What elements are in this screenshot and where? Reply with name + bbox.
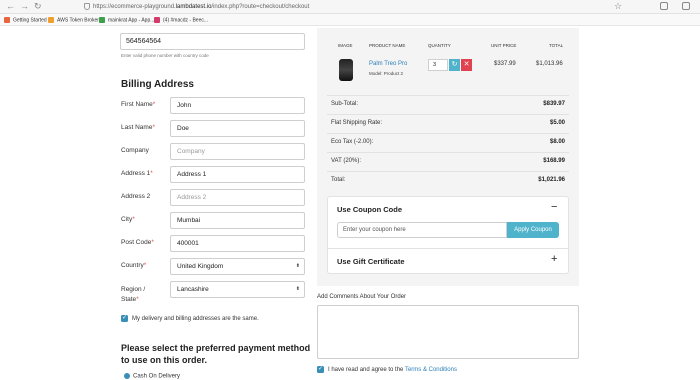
city-label: City* <box>121 216 135 223</box>
same-address-label: My delivery and billing addresses are th… <box>132 316 259 323</box>
summary-row-vat: VAT (20%): $168.99 <box>327 152 569 171</box>
address-1-label: Address 1* <box>121 170 153 177</box>
telephone-hint: Enter valid phone number with country co… <box>121 53 209 58</box>
bookmark-label: AWS Token Broker <box>57 17 99 24</box>
summary-row-total: Total: $1,021.96 <box>327 171 569 190</box>
summary-row-eco-tax: Eco Tax (-2.00): $8.00 <box>327 133 569 152</box>
telephone-field[interactable]: 564564564 <box>120 33 305 50</box>
url-prefix: https://ecommerce-playground. <box>93 4 176 10</box>
bookmark-favicon-icon <box>99 17 105 23</box>
post-code-field[interactable]: 400001 <box>170 235 305 252</box>
url-host: lambdatest.io <box>175 4 212 10</box>
summary-row-shipping: Flat Shipping Rate: $5.00 <box>327 114 569 133</box>
divider <box>327 248 569 249</box>
bookmark-getting-started[interactable]: Getting Started <box>4 17 47 23</box>
first-name-label: First Name* <box>121 101 156 108</box>
company-label: Company <box>121 147 149 154</box>
bookmark-favicon-icon <box>48 17 54 23</box>
radio-selected-icon[interactable] <box>124 373 130 379</box>
shield-icon <box>84 2 90 10</box>
bookmark-favicon-icon <box>4 17 10 23</box>
company-field[interactable]: Company <box>170 143 305 160</box>
header-unit-price: UNIT PRICE <box>491 43 517 48</box>
payment-option-cod[interactable]: Cash On Delivery <box>124 373 180 380</box>
pocket-icon[interactable] <box>660 2 668 10</box>
product-name-link[interactable]: Palm Treo Pro <box>369 61 407 67</box>
apply-coupon-button[interactable]: Apply Coupon <box>507 222 559 238</box>
agree-terms-row[interactable]: ✓ I have read and agree to the Terms & Co… <box>317 366 457 373</box>
menu-icon[interactable] <box>682 2 690 10</box>
back-icon[interactable]: ← <box>6 1 15 11</box>
item-unit-price: $337.99 <box>494 61 516 67</box>
checkbox-checked-icon[interactable]: ✓ <box>121 315 128 322</box>
country-value: United Kingdom <box>177 263 224 270</box>
bookmark-label: (4) #macdz - Beec... <box>163 17 209 24</box>
cod-label: Cash On Delivery <box>133 373 181 380</box>
checkbox-checked-icon[interactable]: ✓ <box>317 366 324 373</box>
first-name-field[interactable]: John <box>170 97 305 114</box>
bookmark-macdz[interactable]: (4) #macdz - Beec... <box>154 17 208 23</box>
terms-link[interactable]: Terms & Conditions <box>405 367 457 373</box>
city-field[interactable]: Mumbai <box>170 212 305 229</box>
region-value: Lancashire <box>177 286 209 293</box>
bookmark-aws[interactable]: AWS Token Broker <box>48 17 99 23</box>
expand-icon[interactable]: + <box>551 254 557 265</box>
summary-row-subtotal: Sub-Total: $839.97 <box>327 95 569 114</box>
same-address-checkbox-row[interactable]: ✓ My delivery and billing addresses are t… <box>121 315 259 322</box>
comments-textarea[interactable] <box>317 305 579 359</box>
quantity-input[interactable]: 3 <box>428 59 448 71</box>
bookmarks-bar: Getting Started AWS Token Broker mainkra… <box>0 14 700 26</box>
collapse-icon[interactable]: − <box>551 202 557 213</box>
forward-icon[interactable]: → <box>20 1 29 11</box>
remove-item-icon[interactable]: ✕ <box>461 59 472 71</box>
address-bar[interactable]: https://ecommerce-playground.lambdatest.… <box>84 2 624 12</box>
country-select[interactable]: United Kingdom ⬍ <box>170 258 305 275</box>
refresh-quantity-icon[interactable]: ↻ <box>449 59 460 71</box>
coupon-title[interactable]: Use Coupon Code <box>337 205 402 214</box>
coupon-input[interactable]: Enter your coupon here <box>337 222 507 238</box>
bookmark-mainkrat[interactable]: mainkrat App - App... <box>99 17 154 23</box>
product-thumbnail[interactable] <box>339 59 353 81</box>
country-label: Country* <box>121 262 147 269</box>
agree-text: I have read and agree to the <box>328 367 405 374</box>
region-select[interactable]: Lancashire ⬍ <box>170 281 305 298</box>
post-code-label: Post Code* <box>121 239 154 246</box>
billing-address-title: Billing Address <box>121 79 194 90</box>
gift-certificate-title[interactable]: Use Gift Certificate <box>337 257 405 266</box>
payment-method-title: Please select the preferred payment meth… <box>121 343 311 365</box>
product-model: Model: Product 2 <box>369 71 404 76</box>
select-arrows-icon: ⬍ <box>295 263 300 269</box>
address-1-field[interactable]: Address 1 <box>170 166 305 183</box>
bookmark-label: Getting Started <box>13 17 47 24</box>
address-2-field[interactable]: Address 2 <box>170 189 305 206</box>
header-quantity: QUANTITY <box>428 43 451 48</box>
reload-icon[interactable]: ↻ <box>34 1 42 12</box>
last-name-label: Last Name* <box>121 124 155 131</box>
url-path: /index.php?route=checkout/checkout <box>211 4 310 10</box>
header-product-name: PRODUCT NAME <box>369 43 406 48</box>
browser-toolbar: ← → ↻ https://ecommerce-playground.lambd… <box>0 0 700 14</box>
bookmark-label: mainkrat App - App... <box>108 17 155 24</box>
last-name-field[interactable]: Doe <box>170 120 305 137</box>
bookmark-star-icon[interactable]: ☆ <box>614 1 622 12</box>
header-total: TOTAL <box>549 43 564 48</box>
item-total: $1,013.96 <box>536 61 563 67</box>
address-2-label: Address 2 <box>121 193 151 200</box>
header-image: IMAGE <box>338 43 353 48</box>
bookmark-favicon-icon <box>154 17 160 23</box>
comments-label: Add Comments About Your Order <box>317 294 407 300</box>
select-arrows-icon: ⬍ <box>295 286 300 292</box>
region-label: Region / State* <box>121 286 146 303</box>
